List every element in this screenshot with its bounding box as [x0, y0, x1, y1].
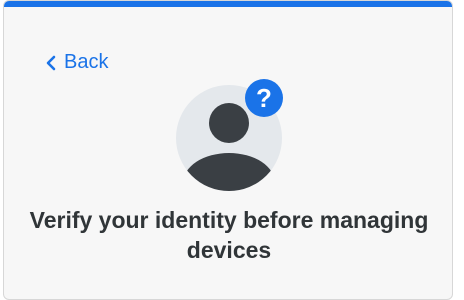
page-title: Verify your identity before managing dev… — [29, 207, 429, 263]
accent-bar — [4, 1, 452, 7]
question-mark-icon: ? — [245, 79, 283, 117]
verification-card: Back ? Verify your identity before manag… — [3, 0, 453, 300]
back-label: Back — [64, 51, 109, 73]
back-button[interactable]: Back — [44, 51, 108, 74]
chevron-left-icon — [46, 55, 56, 70]
avatar-group: ? — [176, 79, 283, 191]
